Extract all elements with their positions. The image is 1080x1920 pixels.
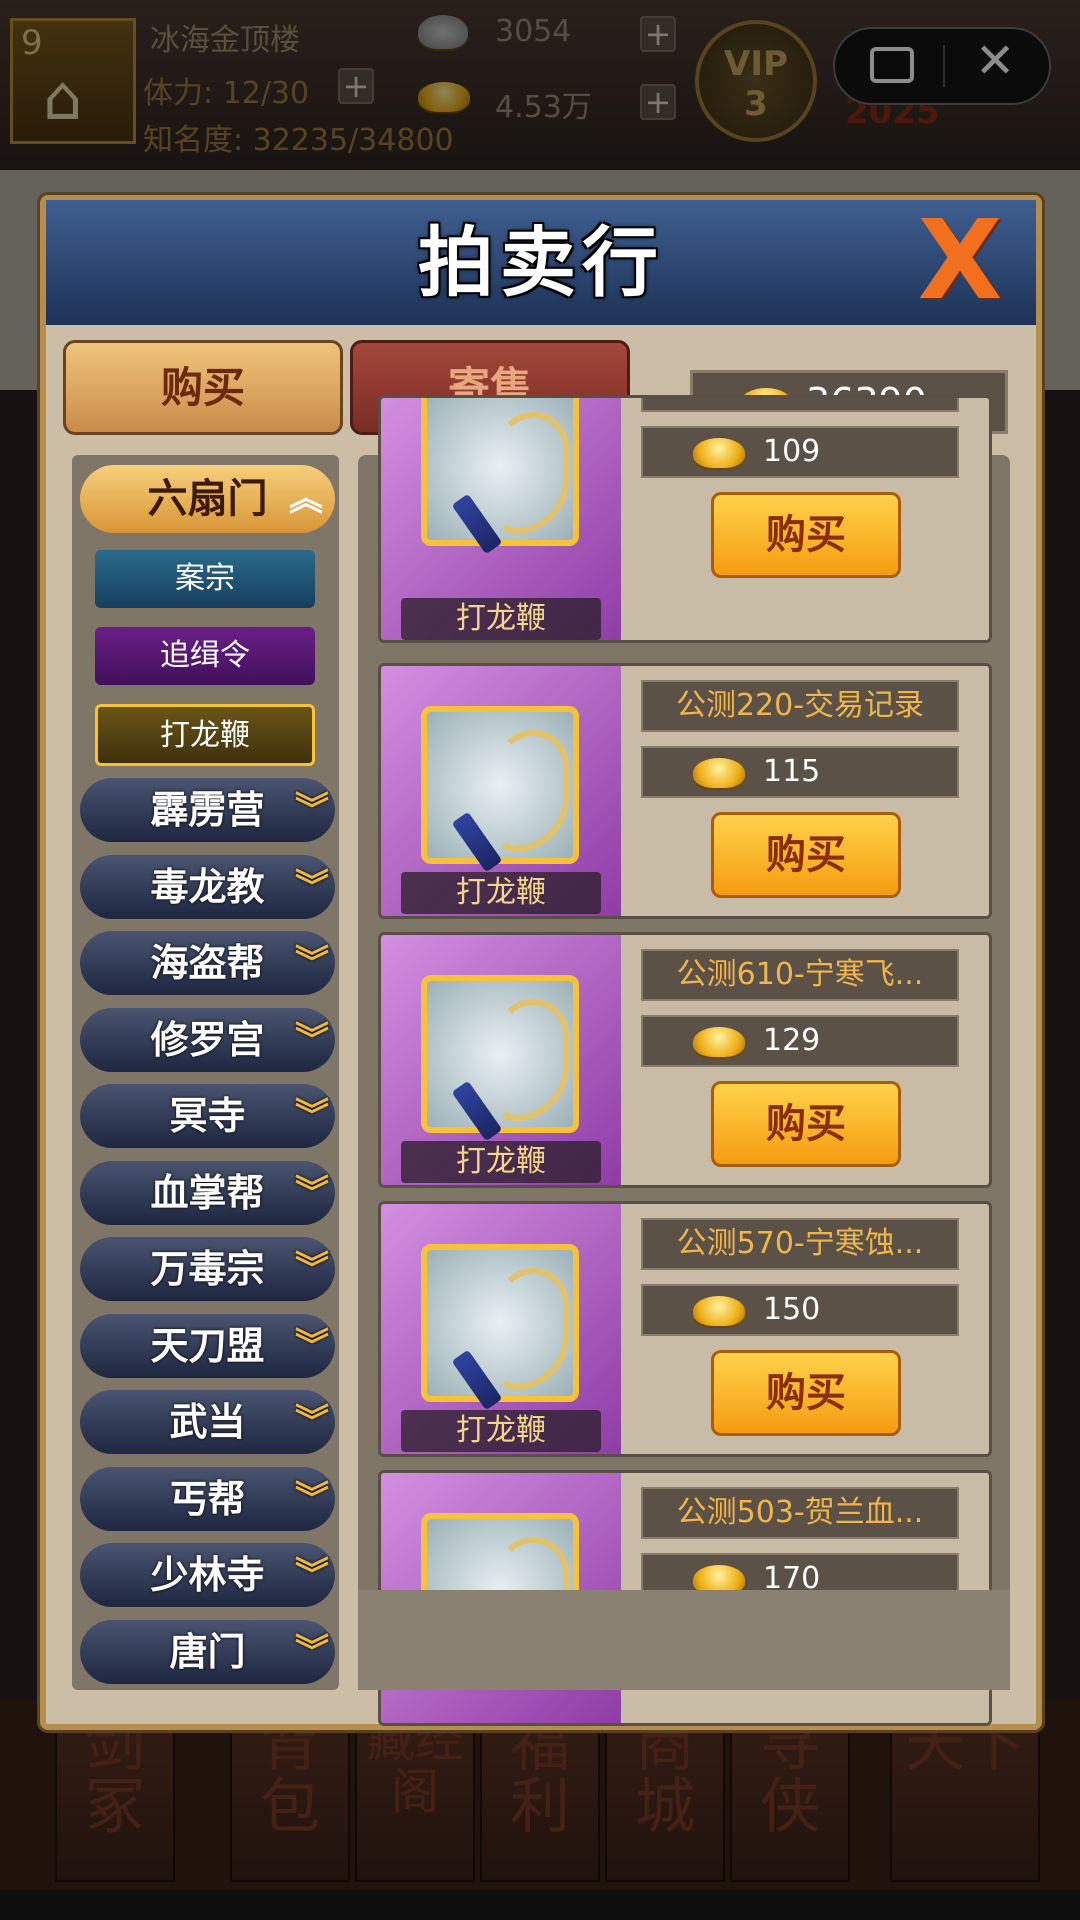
category-item[interactable]: 武当 ︾ [80,1390,335,1454]
buy-button[interactable]: 购买 [711,1350,901,1436]
seller-box: 公测610-宁寒飞... [641,949,959,1001]
listing-details: 公测570-宁寒蚀... 150 购买 [621,1204,989,1454]
chevron-down-icon: ︾ [295,1555,329,1595]
item-name: 打龙鞭 [401,1410,601,1452]
seller-name: 公测503-贺兰血... [676,1495,924,1530]
category-label: 海盗帮 [150,940,265,985]
listing-panel-footer [358,1590,1010,1690]
gold-ingot-icon [693,438,745,468]
listing-card: 打龙鞭 公测220-交易记录 115 购买 [378,663,992,919]
chevron-down-icon: ︾ [295,1249,329,1289]
whip-item-icon[interactable] [421,706,579,873]
category-label: 少林寺 [150,1552,265,1597]
item-name: 打龙鞭 [401,872,601,914]
whip-handle-icon [451,493,503,555]
item-slot: 打龙鞭 [381,666,621,916]
item-name: 打龙鞭 [401,1141,601,1183]
chevron-down-icon: ︾ [295,1631,329,1672]
category-item[interactable]: 万毒宗 ︾ [80,1237,335,1301]
chevron-down-icon: ︾ [295,1402,329,1442]
price-value: 109 [763,434,821,469]
price-value: 129 [763,1023,821,1058]
category-item[interactable]: 修罗宫 ︾ [80,1007,335,1072]
auction-title: 拍卖行 [418,218,664,307]
whip-handle-icon [451,1080,503,1142]
auction-close-button[interactable]: X [905,205,1015,315]
price-value: 115 [763,754,821,789]
seller-name: 公测610-宁寒飞... [676,957,924,992]
subcategory-case-file[interactable]: 案宗 [95,550,315,608]
category-label: 唐门 [169,1628,246,1674]
category-item[interactable]: 丐帮 ︾ [80,1466,335,1531]
category-item[interactable]: 唐门 ︾ [80,1619,335,1684]
listing-card: 打龙鞭 公测610-宁寒飞... 129 购买 [378,932,992,1188]
subcategory-wanted-order[interactable]: 追缉令 [95,627,315,685]
listing-details: 公测220-交易记录 115 购买 [621,666,989,916]
price-box: 150 [641,1284,959,1336]
item-name: 打龙鞭 [401,598,601,640]
chevron-down-icon: ︾ [295,1096,329,1136]
listing-details: 公测610-宁寒飞... 129 购买 [621,935,989,1185]
category-item[interactable]: 海盗帮 ︾ [80,931,335,995]
gold-ingot-icon [693,1027,745,1057]
listing-details: 109 购买 [621,398,989,640]
chevron-down-icon: ︾ [295,1172,329,1213]
whip-cord-icon [497,999,569,1121]
whip-handle-icon [451,1349,503,1411]
whip-cord-icon [497,1268,569,1390]
price-value: 150 [763,1292,821,1327]
category-label: 修罗宫 [150,1016,265,1062]
category-label: 霹雳营 [150,787,265,832]
chevron-down-icon: ︾ [295,790,329,830]
item-slot: 打龙鞭 [381,398,621,640]
category-label: 毒龙教 [150,863,265,909]
gold-ingot-icon [693,1296,745,1326]
whip-cord-icon [497,730,569,852]
category-label: 六扇门 [147,475,268,522]
whip-item-icon[interactable] [421,1244,579,1411]
price-box: 115 [641,746,959,798]
whip-item-icon[interactable] [421,398,579,555]
buy-button[interactable]: 购买 [711,1081,901,1167]
category-label: 冥寺 [169,1093,246,1138]
category-label: 丐帮 [169,1475,246,1521]
gold-ingot-icon [693,758,745,788]
category-item[interactable]: 霹雳营 ︾ [80,778,335,842]
chevron-down-icon: ︾ [295,1325,329,1366]
chevron-down-icon: ︾ [295,943,329,983]
seller-box: 公测220-交易记录 [641,680,959,732]
whip-cord-icon [497,412,569,534]
category-label: 血掌帮 [150,1169,265,1215]
category-item[interactable]: 冥寺 ︾ [80,1084,335,1148]
item-slot: 打龙鞭 [381,1204,621,1454]
buy-button[interactable]: 购买 [711,812,901,898]
price-box: 109 [641,426,959,478]
category-item[interactable]: 毒龙教 ︾ [80,854,335,919]
seller-name: 公测570-宁寒蚀... [676,1226,924,1261]
whip-item-icon[interactable] [421,975,579,1142]
category-item[interactable]: 天刀盟 ︾ [80,1313,335,1378]
buy-button[interactable]: 购买 [711,492,901,578]
listing-card: 打龙鞭 公测570-宁寒蚀... 150 购买 [378,1201,992,1457]
category-label: 武当 [169,1399,246,1444]
chevron-up-icon: ︽ [289,479,323,519]
seller-name: 公测220-交易记录 [675,688,925,723]
seller-box: 公测570-宁寒蚀... [641,1218,959,1270]
whip-handle-icon [451,811,503,873]
category-item[interactable]: 血掌帮 ︾ [80,1160,335,1225]
seller-box [641,398,959,412]
tab-buy[interactable]: 购买 [63,340,343,435]
chevron-down-icon: ︾ [295,1019,329,1060]
category-liushanmen[interactable]: 六扇门 ︽ [80,465,335,533]
subcategory-whip[interactable]: 打龙鞭 [95,704,315,766]
chevron-down-icon: ︾ [295,866,329,907]
price-box: 129 [641,1015,959,1067]
category-item[interactable]: 少林寺 ︾ [80,1543,335,1607]
item-slot: 打龙鞭 [381,935,621,1185]
seller-box: 公测503-贺兰血... [641,1487,959,1539]
listing-card: 打龙鞭 109 购买 [378,395,992,643]
category-label: 万毒宗 [150,1246,265,1291]
chevron-down-icon: ︾ [295,1478,329,1519]
category-label: 天刀盟 [150,1322,265,1368]
